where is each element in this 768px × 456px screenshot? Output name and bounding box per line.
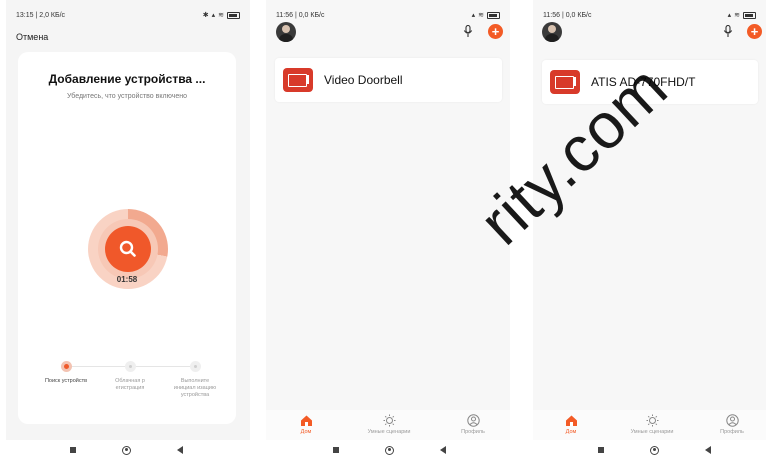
recent-apps-icon[interactable] bbox=[70, 447, 76, 453]
status-bar: 13:15 | 2,0 КБ/с ✱ ▴ ≋ bbox=[16, 8, 240, 22]
doorbell-device-icon bbox=[550, 70, 580, 94]
add-device-button[interactable]: + bbox=[488, 24, 503, 39]
home-icon bbox=[300, 415, 312, 426]
tab-home-label: Дом bbox=[300, 429, 312, 435]
tab-profile[interactable]: Профиль bbox=[438, 414, 508, 435]
wifi-icon: ≋ bbox=[218, 12, 224, 19]
wifi-icon: ≋ bbox=[734, 12, 740, 19]
step-dot-search bbox=[61, 361, 72, 372]
tab-smart-scenes[interactable]: Умные сценарии bbox=[617, 414, 687, 435]
back-icon[interactable] bbox=[705, 446, 711, 454]
screenshot-collage: 13:15 | 2,0 КБ/с ✱ ▴ ≋ Отмена Добавление… bbox=[0, 0, 768, 456]
back-icon[interactable] bbox=[177, 446, 183, 454]
step-label-search: Поиск устройств bbox=[44, 378, 88, 384]
home-button-icon[interactable] bbox=[385, 445, 394, 455]
phone-screen-home-atis: 11:56 | 0,0 КБ/с ▴ ≋ + ATIS AD-770FHD/T bbox=[533, 0, 766, 440]
step-label-cloud: Облачная р егистрация bbox=[115, 378, 145, 391]
status-icons: ▴ ≋ bbox=[472, 11, 500, 19]
tab-home[interactable]: Дом bbox=[536, 414, 606, 435]
signal-icon: ▴ bbox=[211, 12, 216, 19]
status-bar: 11:56 | 0,0 КБ/с ▴ ≋ bbox=[276, 8, 500, 22]
tab-home[interactable]: Дом bbox=[271, 414, 341, 435]
status-time: 11:56 | 0,0 КБ/с bbox=[543, 11, 592, 19]
add-device-card: Добавление устройства ... Убедитесь, что… bbox=[18, 52, 236, 424]
android-nav-bar bbox=[70, 444, 183, 456]
tab-scenes-label: Умные сценарии bbox=[367, 429, 411, 435]
battery-icon bbox=[487, 11, 500, 19]
step-label-init: Выполните инициал изацию устройства bbox=[173, 378, 217, 398]
tab-scenes-label: Умные сценарии bbox=[630, 429, 674, 435]
status-icons: ✱ ▴ ≋ bbox=[203, 11, 240, 19]
avatar[interactable] bbox=[276, 22, 296, 42]
battery-icon bbox=[743, 11, 756, 19]
sun-icon bbox=[646, 414, 658, 427]
profile-icon bbox=[466, 414, 480, 427]
android-nav-bar bbox=[598, 444, 711, 456]
bottom-tab-bar: Дом Умные сценарии Профиль bbox=[533, 410, 766, 440]
device-name: Video Doorbell bbox=[324, 73, 403, 87]
device-card[interactable]: Video Doorbell bbox=[275, 58, 502, 102]
battery-icon bbox=[227, 11, 240, 19]
home-icon bbox=[565, 415, 577, 426]
signal-icon: ▴ bbox=[727, 12, 732, 19]
android-nav-bar bbox=[333, 444, 446, 456]
signal-icon: ▴ bbox=[471, 12, 476, 19]
countdown-timer: 01:58 bbox=[116, 275, 138, 284]
sun-icon bbox=[383, 414, 395, 427]
status-time: 11:56 | 0,0 КБ/с bbox=[276, 11, 325, 19]
add-device-button[interactable]: + bbox=[747, 24, 762, 39]
tab-profile-label: Профиль bbox=[461, 429, 485, 435]
wifi-icon: ≋ bbox=[478, 12, 484, 19]
search-icon bbox=[105, 226, 151, 272]
tab-profile[interactable]: Профиль bbox=[697, 414, 766, 435]
step-dot-cloud bbox=[125, 361, 136, 372]
status-bar: 11:56 | 0,0 КБ/с ▴ ≋ bbox=[543, 8, 756, 22]
avatar[interactable] bbox=[542, 22, 562, 42]
recent-apps-icon[interactable] bbox=[333, 447, 339, 453]
home-button-icon[interactable] bbox=[650, 445, 659, 455]
bluetooth-icon: ✱ bbox=[202, 12, 209, 19]
tab-smart-scenes[interactable]: Умные сценарии bbox=[354, 414, 424, 435]
doorbell-device-icon bbox=[283, 68, 313, 92]
tab-home-label: Дом bbox=[565, 429, 577, 435]
home-button-icon[interactable] bbox=[122, 445, 131, 455]
status-icons: ▴ ≋ bbox=[728, 11, 756, 19]
back-icon[interactable] bbox=[440, 446, 446, 454]
tab-profile-label: Профиль bbox=[720, 429, 744, 435]
microphone-icon[interactable] bbox=[463, 25, 473, 38]
page-subtitle: Убедитесь, что устройство включено bbox=[67, 93, 187, 100]
recent-apps-icon[interactable] bbox=[598, 447, 604, 453]
phone-screen-adding-device: 13:15 | 2,0 КБ/с ✱ ▴ ≋ Отмена Добавление… bbox=[6, 0, 250, 440]
step-dot-init bbox=[190, 361, 201, 372]
status-time: 13:15 | 2,0 КБ/с bbox=[16, 11, 66, 19]
phone-screen-home-video-doorbell: 11:56 | 0,0 КБ/с ▴ ≋ + Video Doorbell До… bbox=[266, 0, 510, 440]
bottom-tab-bar: Дом Умные сценарии Профиль bbox=[266, 410, 510, 440]
microphone-icon[interactable] bbox=[723, 25, 733, 38]
profile-icon bbox=[725, 414, 739, 427]
page-title: Добавление устройства ... bbox=[48, 72, 206, 86]
cancel-button[interactable]: Отмена bbox=[16, 32, 48, 42]
